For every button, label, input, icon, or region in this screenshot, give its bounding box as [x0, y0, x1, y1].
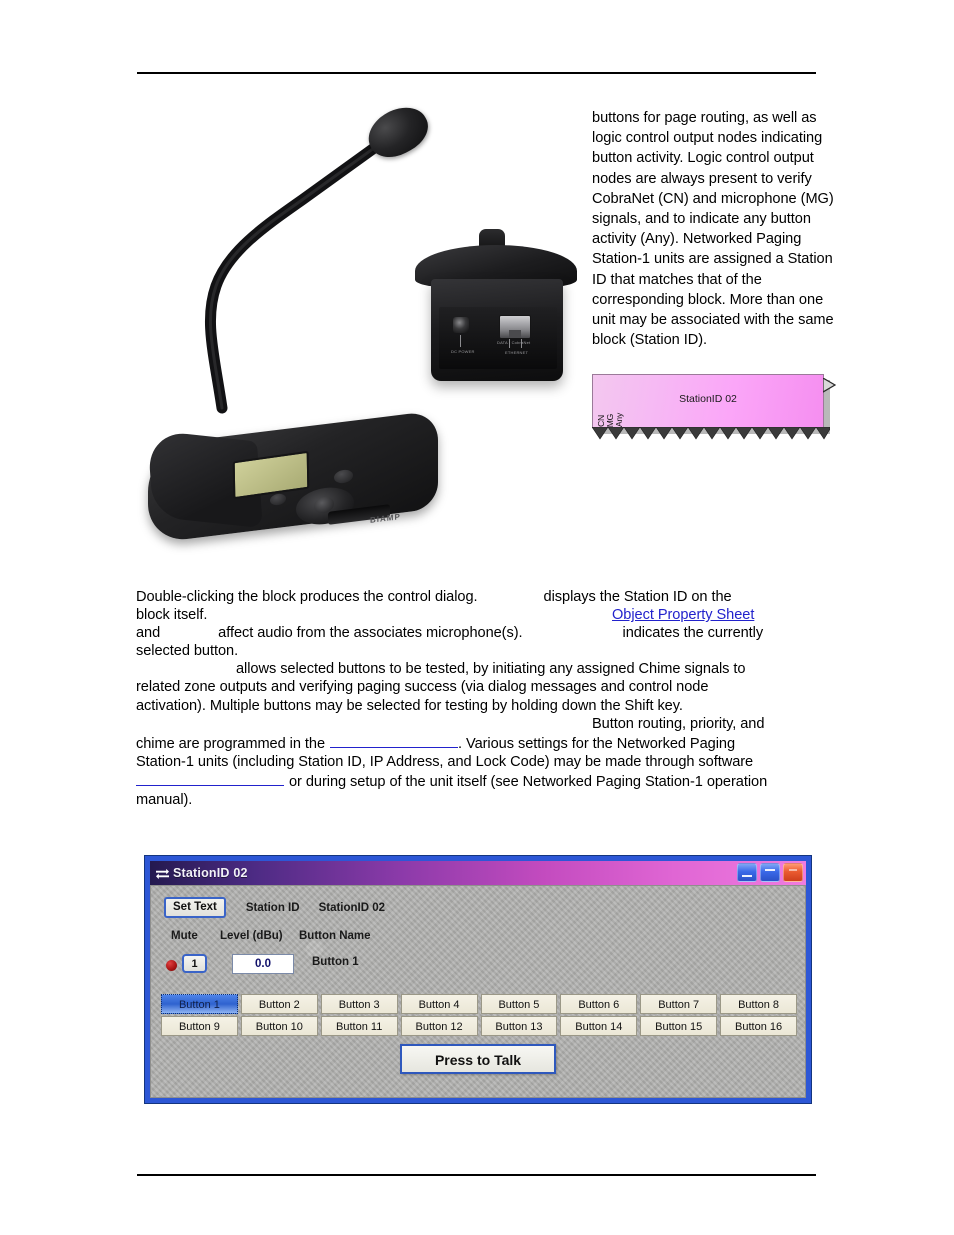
- blank-link-control-dialog[interactable]: [330, 733, 458, 748]
- description-paragraph: buttons for page routing, as well as log…: [592, 110, 834, 349]
- dialog-inner: StationID 02 Set Text Station ID Station…: [150, 861, 806, 1098]
- body-line-9-tail: . Various settings for the Networked Pag…: [458, 735, 736, 752]
- dc-power-jack-icon: [453, 317, 469, 333]
- dc-power-label: DC POWER: [451, 349, 475, 354]
- paging-button-2[interactable]: Button 2: [240, 994, 318, 1014]
- body-text-block: Double-clicking the block produces the c…: [136, 588, 826, 809]
- header-mute: Mute: [171, 930, 198, 942]
- button-name-value: Button 1: [312, 956, 359, 968]
- body-line-9-text: chime are programmed in the: [136, 735, 325, 752]
- station-id-value: StationID 02: [318, 901, 386, 914]
- body-line-3: and affect audio from the associates micr…: [136, 624, 826, 642]
- body-line-5-text: allows selected buttons to be tested, by…: [236, 661, 746, 678]
- body-line-4-left: selected button.: [136, 643, 239, 660]
- body-line-8: Button routing, priority, and: [136, 715, 826, 733]
- body-line-8-text: Button routing, priority, and: [592, 715, 765, 732]
- panel-tick-1: [460, 335, 461, 347]
- paging-button-13[interactable]: Button 13: [480, 1016, 558, 1036]
- body-line-3-mid: affect audio from the associates microph…: [218, 625, 523, 642]
- press-to-talk-button[interactable]: Press to Talk: [400, 1044, 556, 1074]
- paging-button-14[interactable]: Button 14: [560, 1016, 638, 1036]
- body-line-1: Double-clicking the block produces the c…: [136, 588, 826, 606]
- rj45-port-icon: [499, 315, 531, 339]
- paging-button-1[interactable]: Button 1: [161, 994, 238, 1014]
- mute-led-indicator[interactable]: [166, 960, 177, 971]
- paging-button-16[interactable]: Button 16: [720, 1016, 797, 1036]
- close-button[interactable]: [783, 863, 803, 882]
- paging-button-8[interactable]: Button 8: [720, 994, 797, 1014]
- body-line-7: activation). Multiple buttons may be sel…: [136, 697, 826, 715]
- body-line-2: block itself. Object Property Sheet: [136, 606, 826, 624]
- body-line-1-right: displays the Station ID on the: [543, 589, 732, 605]
- body-line-6: related zone outputs and verifying pagin…: [136, 678, 826, 696]
- body-line-12-text: manual).: [136, 792, 193, 809]
- paging-button-6[interactable]: Button 6: [560, 994, 638, 1014]
- product-photo: BIAMP DC POWER DATA / CobraNet ETHERNET: [130, 98, 590, 550]
- set-text-button[interactable]: Set Text: [164, 897, 226, 918]
- dialog-client-area: Set Text Station ID StationID 02 Mute Le…: [150, 885, 806, 1098]
- header-button-name: Button Name: [299, 930, 371, 942]
- microphone-base: BIAMP: [147, 400, 438, 544]
- body-line-11-tail: or during setup of the unit itself (see …: [289, 773, 768, 790]
- mute-number-button[interactable]: 1: [182, 954, 207, 973]
- station-id-label: Station ID: [245, 901, 300, 914]
- body-line-6-text: related zone outputs and verifying pagin…: [136, 679, 709, 696]
- paging-button-12[interactable]: Button 12: [400, 1016, 478, 1036]
- body-line-4: selected button.: [136, 642, 826, 660]
- block-output-arrow-node[interactable]: [823, 378, 836, 393]
- paging-button-11[interactable]: Button 11: [320, 1016, 398, 1036]
- body-line-9: chime are programmed in the . Various set…: [136, 733, 826, 753]
- block-title-label: StationID 02: [679, 393, 737, 405]
- body-line-3-left: and: [136, 625, 161, 642]
- minimize-button[interactable]: [737, 863, 757, 882]
- paging-button-15[interactable]: Button 15: [640, 1016, 718, 1036]
- ethernet-group-label: ETHERNET: [505, 350, 529, 355]
- paging-button-grid: Button 1 Button 2 Button 3 Button 4 Butt…: [161, 994, 797, 1036]
- station-block-graphic[interactable]: StationID 02 CN MG Any: [592, 374, 842, 444]
- paging-button-7[interactable]: Button 7: [640, 994, 718, 1014]
- dialog-titlebar[interactable]: StationID 02: [150, 861, 806, 885]
- rear-view-unit: DC POWER DATA / CobraNet ETHERNET: [405, 229, 590, 405]
- paging-button-4[interactable]: Button 4: [400, 994, 478, 1014]
- body-line-10-text: Station-1 units (including Station ID, I…: [136, 753, 754, 770]
- block-body[interactable]: StationID 02 CN MG Any: [592, 374, 824, 428]
- body-line-11: or during setup of the unit itself (see …: [136, 771, 826, 791]
- body-line-1-left: Double-clicking the block produces the c…: [136, 589, 478, 605]
- body-line-7-text: activation). Multiple buttons may be sel…: [136, 697, 683, 714]
- blank-link-software[interactable]: [136, 771, 284, 786]
- body-line-3-right: indicates the currently: [622, 625, 764, 642]
- press-to-talk-wrapper: Press to Talk: [151, 1044, 805, 1074]
- block-node-label-any: Any: [614, 412, 624, 427]
- rj45-left-label: DATA / CobraNet: [497, 340, 531, 345]
- footer-rule: [137, 1174, 816, 1176]
- header-level: Level (dBu): [220, 930, 283, 942]
- paging-button-10[interactable]: Button 10: [240, 1016, 318, 1036]
- maximize-button[interactable]: [760, 863, 780, 882]
- body-line-2-left: block itself.: [136, 607, 208, 624]
- station-control-dialog[interactable]: StationID 02 Set Text Station ID Station…: [144, 855, 812, 1104]
- level-input[interactable]: 0.0: [232, 954, 294, 974]
- body-line-12: manual).: [136, 791, 826, 809]
- dialog-window-buttons: [737, 863, 803, 882]
- two-way-arrows-icon: [156, 868, 169, 879]
- object-property-sheet-link[interactable]: Object Property Sheet: [612, 607, 754, 623]
- body-line-5: allows selected buttons to be tested, by…: [136, 660, 826, 678]
- header-rule: [137, 72, 816, 74]
- microphone-capsule: [360, 98, 437, 170]
- dialog-title: StationID 02: [173, 866, 248, 880]
- station-id-row: Set Text Station ID StationID 02: [164, 897, 385, 918]
- paging-button-9[interactable]: Button 9: [161, 1016, 238, 1036]
- block-output-nodes[interactable]: [592, 427, 830, 440]
- block-node-labels: CN MG Any: [596, 381, 624, 427]
- paging-button-5[interactable]: Button 5: [480, 994, 558, 1014]
- paging-button-3[interactable]: Button 3: [320, 994, 398, 1014]
- body-line-10: Station-1 units (including Station ID, I…: [136, 753, 826, 771]
- channel-row: 1 0.0 Button 1: [164, 954, 784, 976]
